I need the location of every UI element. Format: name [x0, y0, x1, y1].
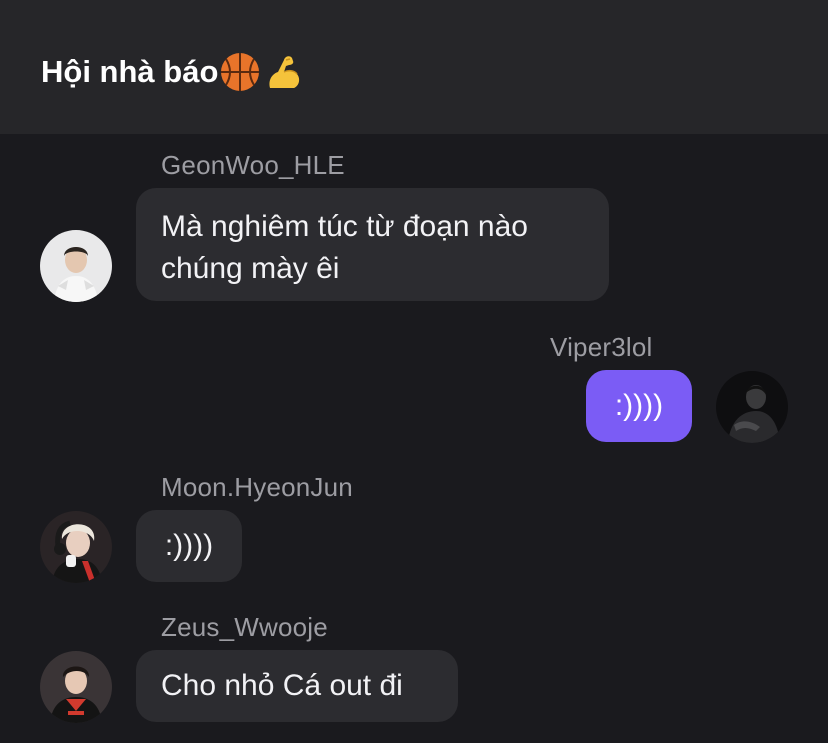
message-bubble[interactable]: :)))): [136, 510, 242, 582]
sender-name: GeonWoo_HLE: [161, 150, 345, 180]
message-text: :)))): [164, 529, 214, 562]
sender-name: Moon.HyeonJun: [161, 472, 353, 502]
message-text-line: Mà nghiêm túc từ đoạn nào: [161, 210, 528, 243]
flexed-biceps-icon: [264, 52, 304, 92]
message-bubble[interactable]: Mà nghiêm túc từ đoạn nào chúng mày êi: [136, 188, 609, 301]
avatar[interactable]: [40, 230, 112, 302]
message-bubble[interactable]: Cho nhỏ Cá out đi: [136, 650, 458, 722]
sender-name: Zeus_Wwooje: [161, 612, 328, 642]
message-list[interactable]: GeonWoo_HLE Mà nghiêm túc từ đoạn nào ch…: [0, 134, 828, 743]
group-title[interactable]: Hội nhà báo: [41, 52, 304, 92]
group-name: Hội nhà báo: [41, 54, 219, 89]
avatar[interactable]: [40, 511, 112, 583]
basketball-icon: [220, 52, 260, 92]
message-bubble[interactable]: :)))): [586, 370, 692, 442]
message-text-line: chúng mày êi: [161, 252, 340, 285]
chat-header: Hội nhà báo: [0, 0, 828, 134]
avatar[interactable]: [40, 651, 112, 723]
avatar[interactable]: [716, 371, 788, 443]
sender-name: Viper3lol: [550, 332, 653, 362]
message-text: Cho nhỏ Cá out đi: [161, 669, 403, 702]
message-text: :)))): [614, 389, 664, 422]
